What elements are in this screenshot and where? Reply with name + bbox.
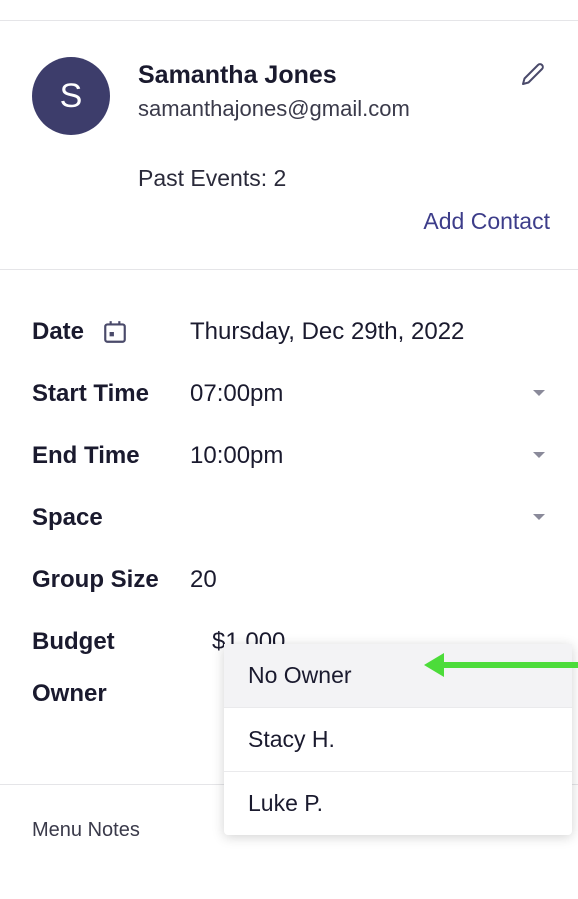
end-time-row[interactable]: End Time 10:00pm <box>32 442 546 470</box>
owner-option-luke[interactable]: Luke P. <box>224 772 572 835</box>
chevron-down-icon <box>532 387 546 401</box>
start-time-row[interactable]: Start Time 07:00pm <box>32 380 546 408</box>
edit-button[interactable] <box>520 61 546 87</box>
contact-section: S Samantha Jones samanthajones@gmail.com… <box>0 21 578 255</box>
contact-email: samanthajones@gmail.com <box>138 96 550 122</box>
past-events: Past Events: 2 <box>138 165 550 192</box>
group-size-label: Group Size <box>32 566 190 594</box>
end-time-value: 10:00pm <box>190 442 546 470</box>
owner-dropdown: No Owner Stacy H. Luke P. <box>224 644 572 835</box>
date-label: Date <box>32 318 190 346</box>
space-row[interactable]: Space <box>32 504 546 532</box>
owner-label: Owner <box>32 680 212 708</box>
end-time-label: End Time <box>32 442 190 470</box>
group-size-row[interactable]: Group Size 20 <box>32 566 546 594</box>
chevron-down-icon <box>532 511 546 525</box>
contact-row: S Samantha Jones samanthajones@gmail.com <box>32 57 550 135</box>
start-time-value: 07:00pm <box>190 380 546 408</box>
date-row[interactable]: Date Thursday, Dec 29th, 2022 <box>32 318 546 346</box>
budget-label: Budget <box>32 628 212 656</box>
contact-info: Samantha Jones samanthajones@gmail.com <box>138 57 550 122</box>
calendar-icon <box>102 319 128 345</box>
avatar: S <box>32 57 110 135</box>
start-time-label: Start Time <box>32 380 190 408</box>
date-value: Thursday, Dec 29th, 2022 <box>190 318 546 346</box>
details-section: Date Thursday, Dec 29th, 2022 Start Time… <box>0 270 578 708</box>
date-label-text: Date <box>32 318 84 346</box>
pencil-icon <box>521 62 545 86</box>
contact-name: Samantha Jones <box>138 61 550 90</box>
space-label: Space <box>32 504 190 532</box>
add-contact-link[interactable]: Add Contact <box>423 208 550 234</box>
group-size-value: 20 <box>190 566 546 594</box>
owner-row[interactable]: Owner No Owner Stacy H. Luke P. <box>32 680 546 708</box>
add-contact-row: Add Contact <box>32 208 550 235</box>
owner-option-stacy[interactable]: Stacy H. <box>224 708 572 772</box>
chevron-down-icon <box>532 449 546 463</box>
owner-option-no-owner[interactable]: No Owner <box>224 644 572 708</box>
